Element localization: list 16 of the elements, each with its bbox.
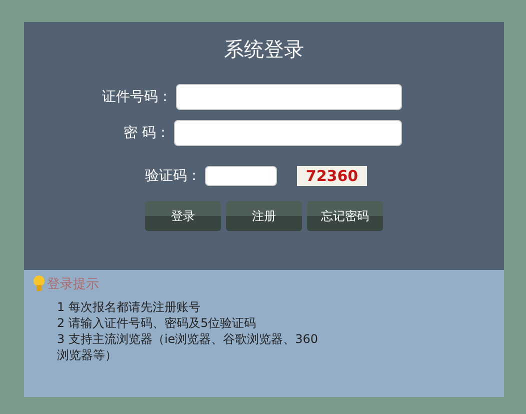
field-label: 密 码： — [122, 124, 170, 142]
tip-text: 2 请输入证件号码、密码及5位验证码 — [57, 315, 258, 331]
tip-text: 1 每次报名都请先注册账号 — [57, 299, 202, 315]
tip-text: 3 支持主流浏览器（ie浏览器、谷歌浏览器、360浏览器等） — [57, 331, 320, 363]
field-label: 验证码： — [144, 167, 201, 185]
form-button[interactable]: 忘记密码 — [307, 201, 383, 231]
window-title: 系统登录 — [224, 36, 304, 62]
field-label: 证件号码： — [101, 88, 172, 106]
input-field[interactable] — [205, 166, 277, 186]
form-button[interactable]: 注册 — [226, 201, 302, 231]
tips-heading: 登录提示 — [47, 276, 99, 293]
captcha-image[interactable]: 72360 — [297, 166, 367, 186]
lightbulb-icon — [33, 275, 45, 293]
input-field[interactable] — [176, 84, 402, 110]
input-field[interactable] — [174, 120, 402, 146]
form-button[interactable]: 登录 — [145, 201, 221, 231]
